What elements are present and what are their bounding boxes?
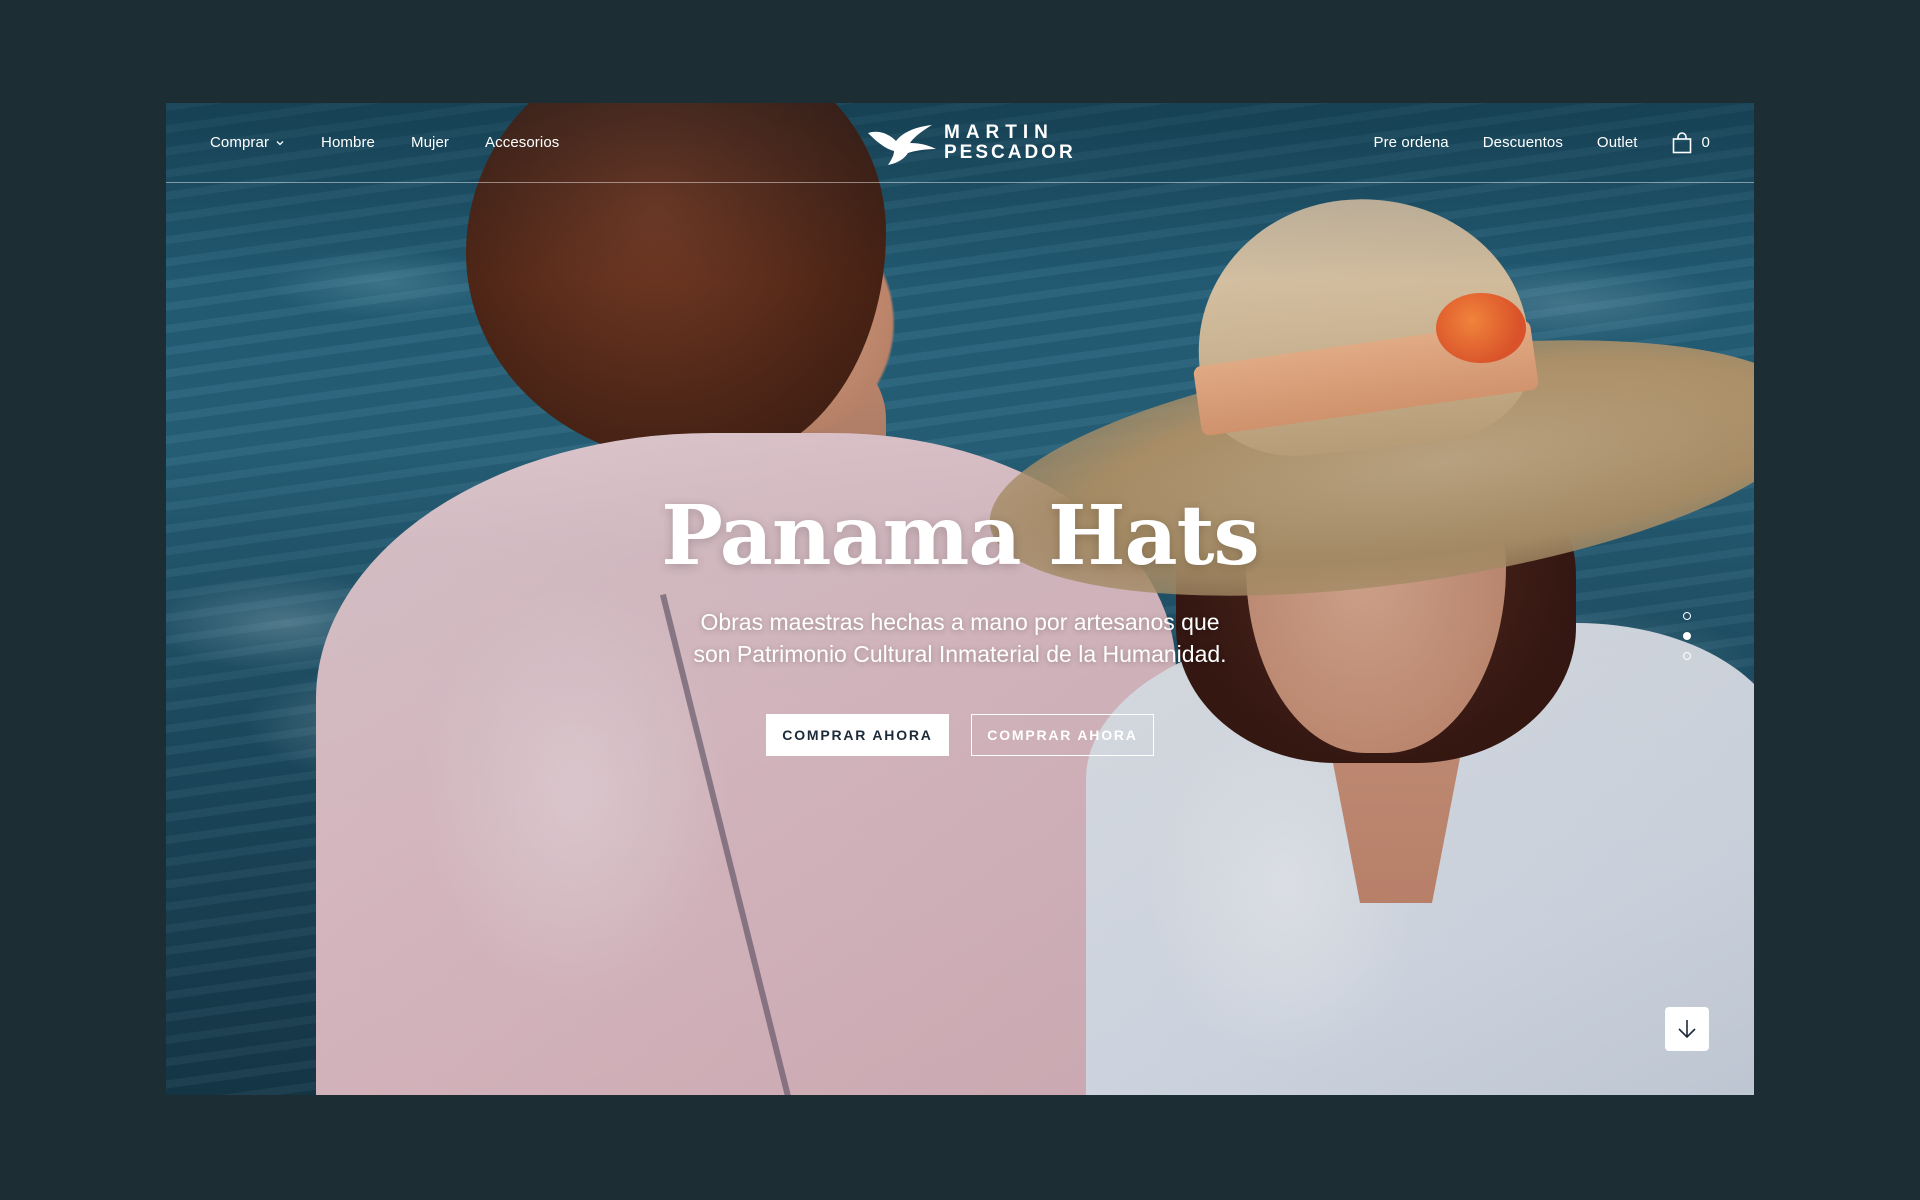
hero-title: Panama Hats	[661, 488, 1259, 584]
carousel-dot-2[interactable]	[1683, 632, 1691, 640]
nav-item-mujer[interactable]: Mujer	[411, 134, 449, 151]
brand-line-2: PESCADOR	[944, 142, 1076, 163]
shop-now-secondary-button[interactable]: COMPRAR AHORA	[971, 714, 1154, 756]
bird-icon	[868, 125, 936, 165]
hero-subtitle-line-2: son Patrimonio Cultural Inmaterial de la…	[693, 641, 1227, 667]
cart-count: 0	[1701, 134, 1710, 151]
nav-item-hombre[interactable]: Hombre	[321, 134, 375, 151]
hero-subtitle-line-1: Obras maestras hechas a mano por artesan…	[700, 609, 1220, 635]
nav-item-descuentos[interactable]: Descuentos	[1483, 134, 1563, 151]
cart-button[interactable]: 0	[1672, 131, 1710, 154]
image-shade-overlay	[166, 103, 1754, 1095]
scroll-down-button[interactable]	[1665, 1007, 1709, 1051]
top-navigation: Comprar Hombre Mujer Accesorios MARTIN P…	[166, 103, 1754, 183]
carousel-dot-1[interactable]	[1683, 612, 1691, 620]
nav-item-pre-ordena[interactable]: Pre ordena	[1373, 134, 1448, 151]
carousel-dot-3[interactable]	[1683, 652, 1691, 660]
hero-image	[166, 103, 1754, 1095]
carousel-dots	[1683, 612, 1691, 660]
brand-line-1: MARTIN	[944, 122, 1054, 143]
nav-left-group: Comprar Hombre Mujer Accesorios	[210, 103, 559, 182]
nav-item-comprar[interactable]: Comprar	[210, 134, 285, 151]
browser-viewport: Comprar Hombre Mujer Accesorios MARTIN P…	[166, 103, 1754, 1095]
chevron-down-icon	[276, 140, 284, 145]
nav-right-group: Pre ordena Descuentos Outlet 0	[1373, 103, 1710, 182]
nav-item-outlet[interactable]: Outlet	[1597, 134, 1638, 151]
shop-now-primary-button[interactable]: COMPRAR AHORA	[766, 714, 949, 756]
nav-item-accesorios[interactable]: Accesorios	[485, 134, 559, 151]
nav-item-label: Comprar	[210, 134, 270, 151]
hero-subtitle: Obras maestras hechas a mano por artesan…	[630, 606, 1290, 670]
shopping-bag-icon	[1672, 131, 1691, 153]
arrow-down-icon	[1678, 1020, 1696, 1039]
brand-wordmark: MARTIN PESCADOR	[944, 123, 1076, 163]
brand-logo[interactable]: MARTIN PESCADOR	[866, 119, 1076, 167]
